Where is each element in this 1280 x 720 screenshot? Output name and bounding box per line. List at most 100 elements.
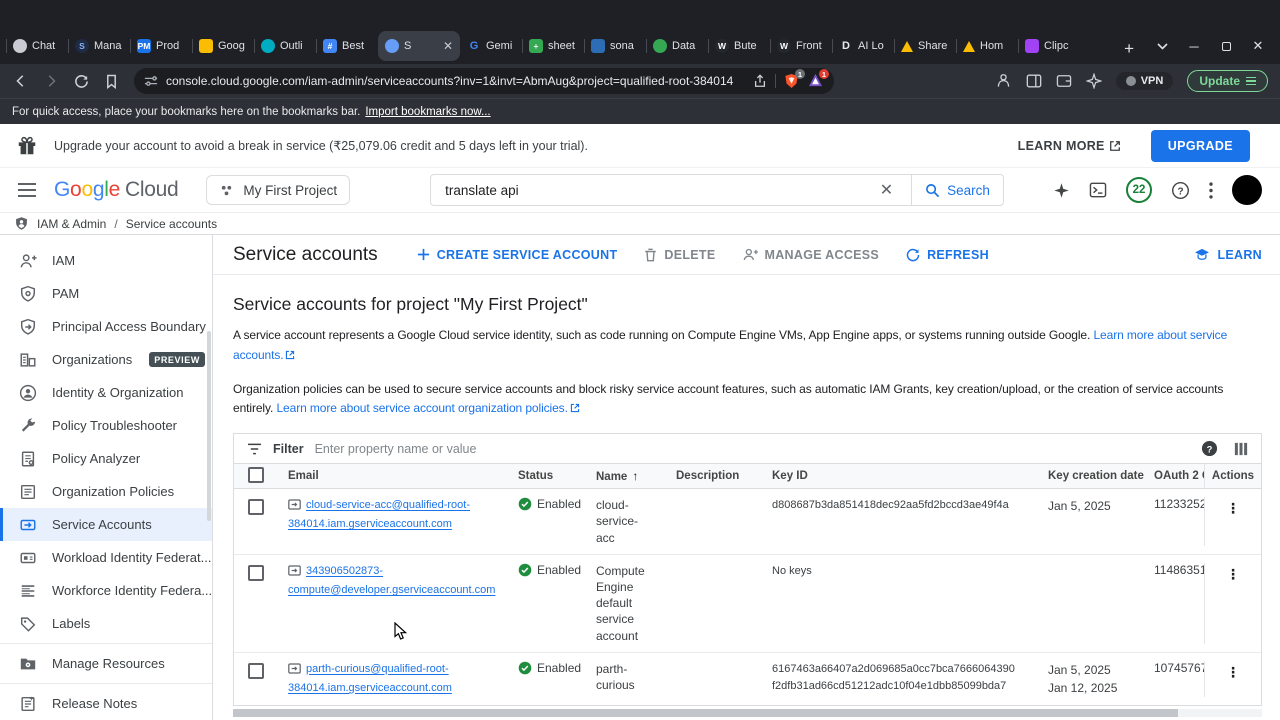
browser-tab[interactable]: D AI Lo [832, 31, 894, 61]
delete-button[interactable]: DELETE [644, 248, 715, 262]
column-header-key-creation-date[interactable]: Key creation date [1036, 470, 1148, 482]
notifications-badge[interactable]: 22 [1126, 177, 1152, 203]
browser-tab[interactable]: Hom [956, 31, 1018, 61]
account-avatar[interactable] [1232, 175, 1262, 205]
service-account-email-link[interactable]: parth-curious@qualified-root- 384014.iam.… [288, 661, 502, 697]
browser-tab[interactable]: Clipc [1018, 31, 1080, 61]
browser-tab[interactable]: sona [584, 31, 646, 61]
horizontal-scrollbar-track[interactable] [233, 708, 1262, 717]
create-service-account-button[interactable]: CREATE SERVICE ACCOUNT [417, 248, 618, 262]
filter-help-icon[interactable]: ? [1201, 440, 1218, 457]
column-header-status[interactable]: Status [502, 470, 580, 482]
row-actions-menu[interactable]: ⋮ [1226, 497, 1240, 516]
brave-shield-icon[interactable]: 1 [784, 69, 805, 89]
extension-icon[interactable] [995, 73, 1012, 90]
column-header-name[interactable]: Name ↑ [580, 469, 660, 483]
adblock-extension-icon[interactable]: 1 [808, 69, 829, 89]
leo-ai-icon[interactable] [1085, 73, 1102, 89]
gemini-icon[interactable] [1053, 182, 1070, 199]
browser-tab[interactable]: # Best [316, 31, 378, 61]
google-cloud-logo[interactable]: Google Cloud [54, 178, 179, 202]
update-button[interactable]: Update [1187, 70, 1268, 92]
sidebar-item-workforce-identity-federa[interactable]: Workforce Identity Federa... [0, 574, 212, 607]
back-button[interactable] [8, 68, 34, 94]
filter-input[interactable]: Enter property name or value [315, 442, 1190, 456]
browser-tab[interactable]: Chat [6, 31, 68, 61]
sidebar-item-policy-analyzer[interactable]: Policy Analyzer [0, 442, 212, 475]
sidebar-item-organizations[interactable]: Organizations PREVIEW [0, 343, 212, 376]
browser-tab[interactable]: W Front [770, 31, 832, 61]
row-actions-menu[interactable]: ⋮ [1226, 661, 1240, 680]
column-header-oauth[interactable]: OAuth 2 Cli [1148, 470, 1204, 482]
browser-tab[interactable]: S Mana [68, 31, 130, 61]
upgrade-button[interactable]: UPGRADE [1150, 129, 1250, 162]
service-account-email-link[interactable]: 343906502873- compute@developer.gservicea… [288, 563, 502, 599]
column-header-description[interactable]: Description [660, 470, 756, 482]
address-bar[interactable]: console.cloud.google.com/iam-admin/servi… [134, 68, 834, 94]
sidebar-item-workload-identity-federat[interactable]: Workload Identity Federat... [0, 541, 212, 574]
sidebar-item-organization-policies[interactable]: Organization Policies [0, 475, 212, 508]
learn-org-policies-link[interactable]: Learn more about service account organiz… [276, 401, 567, 415]
sidebar-toggle-icon[interactable] [1026, 73, 1042, 89]
column-header-key-id[interactable]: Key ID [756, 470, 1036, 482]
site-settings-icon[interactable] [144, 74, 158, 88]
column-header-email[interactable]: Email [272, 470, 502, 482]
sidebar-item-identity-organization[interactable]: Identity & Organization [0, 376, 212, 409]
sidebar-item-manage-resources[interactable]: Manage Resources [0, 647, 212, 680]
close-window-button[interactable]: ✕ [1242, 31, 1274, 61]
browser-tab[interactable]: W Bute [708, 31, 770, 61]
minimize-button[interactable]: ─ [1178, 31, 1210, 61]
help-icon[interactable]: ? [1171, 181, 1190, 200]
browser-tab[interactable]: PM Prod [130, 31, 192, 61]
restore-button[interactable] [1210, 31, 1242, 61]
browser-tab[interactable]: S ✕ [378, 31, 460, 61]
nav-menu-icon[interactable] [14, 179, 40, 201]
url-text[interactable]: console.cloud.google.com/iam-admin/servi… [166, 74, 745, 88]
wallet-icon[interactable] [1056, 74, 1072, 88]
select-all-checkbox[interactable] [248, 466, 264, 483]
breadcrumb-page[interactable]: Service accounts [126, 217, 217, 231]
sidebar-item-labels[interactable]: Labels [0, 607, 212, 640]
refresh-button[interactable]: REFRESH [906, 248, 989, 262]
learn-more-button[interactable]: LEARN MORE [1018, 139, 1121, 153]
cloud-shell-icon[interactable] [1089, 182, 1107, 198]
manage-access-button[interactable]: MANAGE ACCESS [743, 248, 880, 262]
sidebar-item-iam[interactable]: IAM [0, 244, 212, 277]
browser-tab[interactable]: + sheet [522, 31, 584, 61]
sidebar-item-principal-access-boundary[interactable]: Principal Access Boundary [0, 310, 212, 343]
browser-tab[interactable]: Goog [192, 31, 254, 61]
breadcrumb-section[interactable]: IAM & Admin [37, 217, 106, 231]
sidebar-item-release-notes[interactable]: Release Notes [0, 687, 212, 720]
horizontal-scrollbar-thumb[interactable] [233, 708, 1178, 717]
clear-search-icon[interactable]: ✕ [876, 180, 897, 200]
column-options-icon[interactable] [1234, 442, 1248, 456]
service-account-email-link[interactable]: cloud-service-acc@qualified-root- 384014.… [288, 497, 502, 533]
status-cell: Enabled [502, 563, 581, 644]
row-checkbox[interactable] [248, 662, 264, 679]
row-checkbox[interactable] [248, 499, 264, 516]
browser-tab[interactable]: Data [646, 31, 708, 61]
new-tab-button[interactable]: + [1112, 34, 1146, 64]
sidebar-item-policy-troubleshooter[interactable]: Policy Troubleshooter [0, 409, 212, 442]
browser-tab[interactable]: G Gemi [460, 31, 522, 61]
reload-button[interactable] [68, 68, 94, 94]
browser-tab[interactable]: Outli [254, 31, 316, 61]
bookmark-icon[interactable] [98, 68, 124, 94]
sidebar-scrollbar[interactable] [207, 331, 211, 521]
vpn-button[interactable]: VPN [1115, 72, 1174, 90]
project-picker[interactable]: My First Project [206, 175, 351, 205]
row-checkbox[interactable] [248, 564, 264, 581]
learn-button[interactable]: LEARN [1194, 248, 1262, 262]
row-actions-menu[interactable]: ⋮ [1226, 563, 1240, 582]
close-tab-icon[interactable]: ✕ [443, 39, 453, 53]
search-input[interactable]: translate api ✕ [430, 174, 913, 206]
more-options-icon[interactable] [1209, 181, 1213, 199]
tab-search-icon[interactable] [1146, 31, 1178, 61]
sidebar-item-pam[interactable]: PAM [0, 277, 212, 310]
search-button[interactable]: Search [912, 174, 1004, 206]
sidebar-item-service-accounts[interactable]: Service Accounts [0, 508, 212, 541]
import-bookmarks-link[interactable]: Import bookmarks now... [365, 106, 490, 118]
browser-tab[interactable]: Share [894, 31, 956, 61]
forward-button[interactable] [38, 68, 64, 94]
share-icon[interactable] [753, 74, 767, 88]
